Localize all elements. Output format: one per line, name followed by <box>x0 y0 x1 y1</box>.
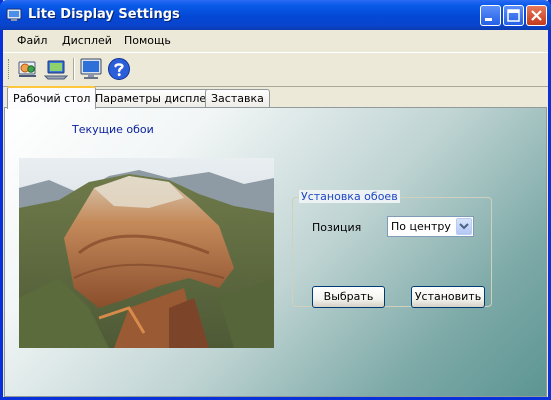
close-button[interactable] <box>526 5 547 26</box>
menu-file[interactable]: Файл <box>17 34 47 47</box>
position-select-value: По центру <box>391 220 451 233</box>
tab-display-parameters[interactable]: Параметры дисплея <box>89 89 219 108</box>
title-bar[interactable]: Lite Display Settings <box>0 0 551 30</box>
minimize-button[interactable] <box>480 5 501 26</box>
minimize-icon <box>485 18 492 21</box>
menu-help[interactable]: Помощь <box>124 34 171 47</box>
current-wallpaper-label: Текущие обои <box>72 123 154 136</box>
app-icon <box>6 8 22 21</box>
maximize-button[interactable] <box>503 5 524 26</box>
set-wallpaper-button[interactable]: Установить <box>411 286 485 308</box>
chevron-down-icon[interactable] <box>456 218 472 235</box>
palette-tool-icon[interactable] <box>16 57 40 81</box>
maximize-icon <box>507 9 520 22</box>
window-title: Lite Display Settings <box>28 7 180 22</box>
toolbar <box>3 52 548 87</box>
tab-strip: Рабочий стол Параметры дисплея Заставка <box>3 86 548 109</box>
wallpaper-group-title: Установка обоев <box>299 190 400 203</box>
help-icon[interactable] <box>107 57 131 81</box>
tab-screensaver[interactable]: Заставка <box>205 89 270 108</box>
desktop-tab-panel: Текущие обои Установка обоев Позиция По … <box>4 107 547 397</box>
menu-bar: Файл Дисплей Помощь <box>3 30 548 52</box>
position-select[interactable]: По центру <box>387 216 474 237</box>
app-window: Lite Display Settings Файл Дисплей Помощ… <box>0 0 551 400</box>
wallpaper-canyon-image <box>19 158 274 348</box>
close-icon <box>531 10 542 21</box>
choose-wallpaper-button[interactable]: Выбрать <box>312 286 385 308</box>
monitor-icon[interactable] <box>79 57 103 81</box>
position-label: Позиция <box>312 221 362 234</box>
tab-desktop[interactable]: Рабочий стол <box>7 86 97 109</box>
wallpaper-preview <box>19 158 274 348</box>
toolbar-grip[interactable] <box>8 59 12 79</box>
toolbar-separator <box>73 58 75 80</box>
menu-display[interactable]: Дисплей <box>62 34 112 47</box>
display-settings-icon[interactable] <box>44 57 68 81</box>
